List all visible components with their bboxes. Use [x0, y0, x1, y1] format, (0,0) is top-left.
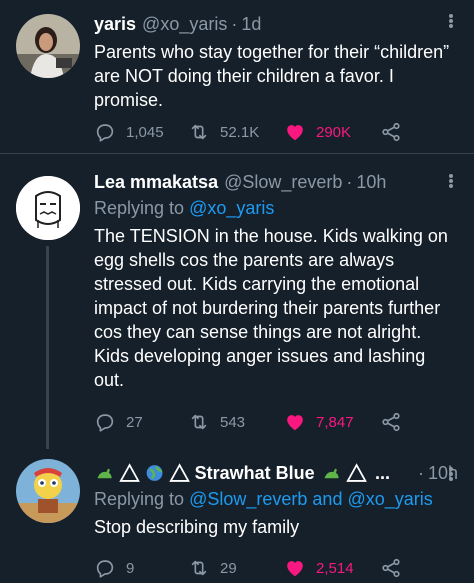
tweet-actions: 27 543 7,847 [94, 410, 458, 434]
heart-filled-icon [287, 561, 303, 577]
replying-to-label: Replying to [94, 198, 185, 218]
separator-dot: · [231, 14, 238, 34]
tweet-actions: 9 29 2,514 [94, 556, 458, 580]
dinosaur-emoji-icon [324, 468, 339, 479]
timestamp[interactable]: 1d [241, 12, 261, 36]
replying-to-label: Replying to [94, 489, 185, 509]
reply-button[interactable]: 27 [94, 410, 143, 434]
replying-to: Replying to @xo_yaris [94, 196, 458, 220]
thread-line [46, 246, 49, 449]
like-count: 7,847 [316, 413, 354, 431]
tweet-actions: 1,045 52.1K 290K [94, 120, 458, 144]
person-photo-icon [16, 14, 80, 78]
tweet-header: Lea mmakatsa @Slow_reverb · 10h [94, 170, 458, 194]
mention-link[interactable]: @Slow_reverb [189, 489, 307, 509]
timestamp[interactable]: 10h [356, 170, 386, 194]
like-count: 2,514 [316, 559, 354, 577]
like-button[interactable]: 2,514 [284, 556, 354, 580]
tweet-header: yaris @xo_yaris · 1d [94, 12, 458, 36]
separator-dot: · [346, 172, 353, 192]
retweet-count: 543 [220, 413, 246, 431]
share-button[interactable] [380, 556, 402, 580]
more-options-icon[interactable] [446, 463, 456, 485]
like-button[interactable]: 7,847 [284, 410, 354, 434]
triangle-emoji-icon [346, 463, 367, 482]
cartoon-character-icon [16, 459, 80, 523]
more-options-icon[interactable] [446, 170, 456, 192]
more-options-icon[interactable] [446, 10, 456, 32]
reply-count: 1,045 [126, 123, 164, 141]
heart-filled-icon [287, 125, 303, 141]
author-handle[interactable]: @Slow_reverb [224, 170, 342, 194]
tweet-2[interactable]: Lea mmakatsa @Slow_reverb · 10h Replying… [0, 154, 474, 449]
retweet-icon [191, 560, 207, 576]
tweet-text: Stop describing my family [94, 517, 300, 537]
doodle-face-icon [16, 176, 80, 240]
share-icon [382, 412, 400, 432]
tweet-header: Strawhat Blue ... · 10h [94, 461, 458, 485]
tweet-3[interactable]: Strawhat Blue ... · 10h Replying to @Slo… [0, 449, 474, 583]
share-button[interactable] [380, 410, 402, 434]
retweet-button[interactable]: 52.1K [188, 120, 259, 144]
retweet-icon [191, 124, 207, 140]
share-icon [382, 122, 400, 142]
reply-icon [96, 414, 114, 432]
author-name[interactable]: yaris [94, 12, 136, 36]
retweet-button[interactable]: 543 [188, 410, 245, 434]
replying-to: Replying to @Slow_reverb and @xo_yaris [94, 487, 458, 511]
avatar-lea-mmakatsa[interactable] [16, 176, 80, 240]
mention-link[interactable]: @xo_yaris [189, 198, 274, 218]
share-button[interactable] [380, 120, 402, 144]
tweet-1[interactable]: yaris @xo_yaris · 1d Parents who stay to… [0, 0, 474, 146]
share-icon [382, 558, 400, 578]
triangle-emoji-icon [119, 463, 141, 482]
author-handle[interactable]: @xo_yaris [142, 12, 227, 36]
retweet-icon [191, 414, 207, 430]
heart-filled-icon [287, 415, 303, 431]
reply-count: 9 [126, 559, 135, 577]
retweet-button[interactable]: 29 [188, 556, 237, 580]
tweet-text: Parents who stay together for their “chi… [94, 42, 450, 110]
reply-count: 27 [126, 413, 143, 431]
globe-emoji-icon [146, 465, 163, 481]
dinosaur-emoji-icon [97, 468, 112, 479]
like-button[interactable]: 290K [284, 120, 351, 144]
mention-link[interactable]: @xo_yaris [347, 489, 432, 509]
reply-icon [96, 560, 114, 578]
reply-icon [96, 124, 114, 142]
avatar-strawhat-blue[interactable] [16, 459, 80, 523]
retweet-count: 52.1K [220, 123, 260, 141]
retweet-count: 29 [220, 559, 237, 577]
reply-button[interactable]: 9 [94, 556, 134, 580]
like-count: 290K [316, 123, 352, 141]
author-name[interactable]: Lea mmakatsa [94, 170, 218, 194]
triangle-emoji-icon [169, 463, 191, 482]
author-name[interactable]: Strawhat Blue [195, 461, 315, 485]
separator-dot: · [417, 463, 424, 483]
replying-and: and [312, 489, 343, 509]
reply-button[interactable]: 1,045 [94, 120, 164, 144]
tweet-text: The TENSION in the house. Kids walking o… [94, 226, 448, 390]
name-ellipsis: ... [374, 463, 390, 483]
avatar-yaris[interactable] [16, 14, 80, 78]
